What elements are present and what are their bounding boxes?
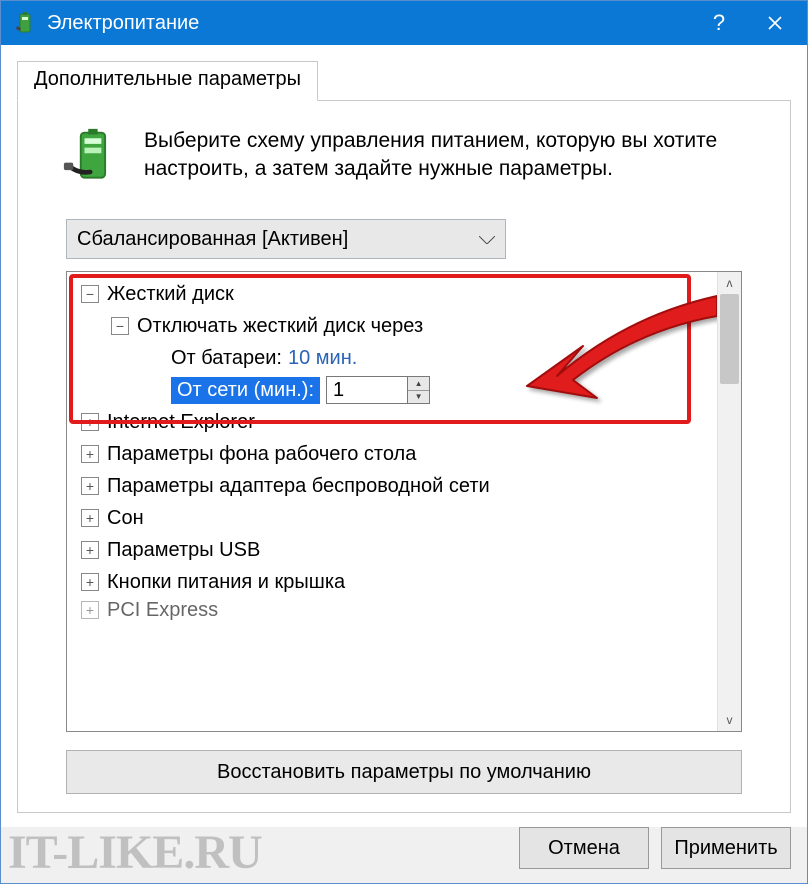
tree-node-pci[interactable]: + PCI Express — [81, 594, 709, 626]
tree-label: Отключать жесткий диск через — [137, 315, 423, 338]
close-button[interactable] — [747, 1, 803, 45]
tree-label: Параметры фона рабочего стола — [107, 443, 416, 466]
tree-label: PCI Express — [107, 599, 218, 622]
tab-advanced[interactable]: Дополнительные параметры — [17, 61, 318, 101]
expand-icon[interactable]: + — [81, 573, 99, 591]
tree-label: Параметры USB — [107, 539, 260, 562]
tree-node-ie[interactable]: + Internet Explorer — [81, 406, 709, 438]
expand-icon[interactable]: + — [81, 509, 99, 527]
tab-strip: Дополнительные параметры — [17, 61, 791, 101]
scroll-track[interactable] — [718, 294, 741, 709]
dialog-body: Дополнительные параметры Выберите схему … — [1, 45, 807, 827]
tree-node-wireless[interactable]: + Параметры адаптера беспроводной сети — [81, 470, 709, 502]
minutes-spinner: ▲ ▼ — [326, 376, 430, 404]
power-plan-select[interactable]: Сбалансированная [Активен] — [66, 219, 506, 259]
tab-panel: Выберите схему управления питанием, кото… — [17, 100, 791, 813]
scroll-up-icon[interactable]: ʌ — [718, 272, 741, 294]
help-button[interactable]: ? — [691, 1, 747, 45]
spin-up-button[interactable]: ▲ — [408, 377, 429, 391]
setting-label: От батареи: — [171, 347, 282, 370]
cancel-button[interactable]: Отмена — [519, 827, 649, 869]
titlebar: Электропитание ? — [1, 1, 807, 45]
tree-node-turn-off-hdd[interactable]: − Отключать жесткий диск через — [81, 310, 709, 342]
apply-button[interactable]: Применить — [661, 827, 791, 869]
tree-setting-plugged-in[interactable]: От сети (мин.): ▲ ▼ — [81, 374, 709, 406]
tree-node-sleep[interactable]: + Сон — [81, 502, 709, 534]
scroll-down-icon[interactable]: v — [718, 709, 741, 731]
tree-node-hard-disk[interactable]: − Жесткий диск — [81, 278, 709, 310]
expand-icon[interactable]: + — [81, 413, 99, 431]
tree-scrollbar[interactable]: ʌ v — [717, 272, 741, 731]
tree-node-usb[interactable]: + Параметры USB — [81, 534, 709, 566]
battery-large-icon — [62, 127, 122, 193]
expand-icon[interactable]: + — [81, 445, 99, 463]
power-icon — [13, 11, 37, 35]
instruction-text: Выберите схему управления питанием, кото… — [144, 127, 758, 184]
expand-icon[interactable]: + — [81, 477, 99, 495]
setting-value: 10 мин. — [288, 347, 357, 370]
expand-icon[interactable]: + — [81, 541, 99, 559]
setting-label-selected: От сети (мин.): — [171, 377, 320, 404]
settings-tree: − Жесткий диск − Отключать жесткий диск … — [66, 271, 742, 732]
window-title: Электропитание — [47, 12, 691, 35]
collapse-icon[interactable]: − — [111, 317, 129, 335]
scroll-thumb[interactable] — [720, 294, 739, 384]
collapse-icon[interactable]: − — [81, 285, 99, 303]
tree-label: Кнопки питания и крышка — [107, 571, 345, 594]
tree-node-desktop-bg[interactable]: + Параметры фона рабочего стола — [81, 438, 709, 470]
dialog-button-row: OK Отмена Применить — [1, 827, 807, 883]
tree-label: Сон — [107, 507, 144, 530]
power-options-window: Электропитание ? Дополнительные параметр… — [0, 0, 808, 884]
spin-down-button[interactable]: ▼ — [408, 391, 429, 404]
tree-label: Internet Explorer — [107, 411, 255, 434]
tree-label: Жесткий диск — [107, 283, 234, 306]
expand-icon[interactable]: + — [81, 601, 99, 619]
tree-label: Параметры адаптера беспроводной сети — [107, 475, 490, 498]
restore-defaults-button[interactable]: Восстановить параметры по умолчанию — [66, 750, 742, 794]
tree-setting-on-battery[interactable]: От батареи: 10 мин. — [81, 342, 709, 374]
minutes-input[interactable] — [327, 377, 407, 403]
